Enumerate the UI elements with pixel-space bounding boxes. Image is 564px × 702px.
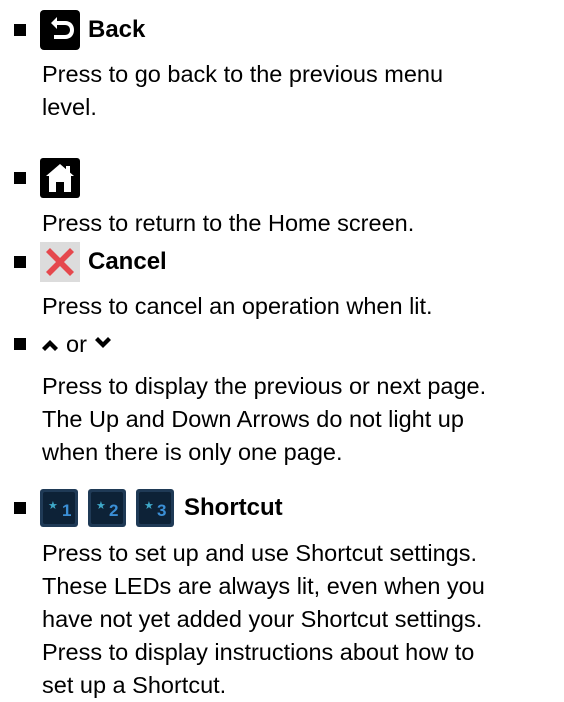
bullet-marker [14, 172, 26, 184]
description-line: Press to go back to the previous menu [42, 61, 444, 87]
back-description: Press to go back to the previous menu le… [42, 58, 557, 124]
home-description: Press to return to the Home screen. [42, 207, 557, 240]
cancel-heading: Cancel [0, 242, 167, 282]
description-line: Press to display instructions about how … [42, 639, 475, 665]
description-line: Press to cancel an operation when lit. [42, 293, 433, 319]
svg-text:★: ★ [48, 499, 58, 512]
shortcut-3-icon: ★ 3 [136, 489, 174, 527]
description-line: The Up and Down Arrows do not light up [42, 406, 464, 432]
description-line: Press to display the previous or next pa… [42, 373, 487, 399]
bullet-marker [14, 502, 26, 514]
home-heading [0, 158, 80, 198]
or-label: or [66, 331, 87, 357]
page-arrows-heading: or [0, 324, 113, 364]
down-arrow-icon [93, 334, 113, 354]
description-line: have not yet added your Shortcut setting… [42, 606, 483, 632]
back-arrow-icon [40, 10, 80, 50]
description-line: Press to set up and use Shortcut setting… [42, 540, 477, 566]
bullet-marker [14, 338, 26, 350]
back-title: Back [88, 16, 146, 43]
description-line: level. [42, 94, 97, 120]
home-icon [40, 158, 80, 198]
shortcut-title: Shortcut [184, 494, 283, 521]
shortcut-number: 1 [62, 501, 71, 520]
bullet-marker [14, 256, 26, 268]
description-line: when there is only one page. [42, 439, 343, 465]
svg-text:★: ★ [144, 499, 154, 512]
shortcut-heading: ★ 1 ★ 2 ★ 3 Shortcut [0, 488, 283, 528]
shortcut-1-icon: ★ 1 [40, 489, 78, 527]
page-arrows-description: Press to display the previous or next pa… [42, 370, 557, 469]
shortcut-number: 3 [157, 501, 166, 520]
shortcut-number: 2 [109, 501, 118, 520]
description-line: These LEDs are always lit, even when you [42, 573, 485, 599]
cancel-x-icon [40, 242, 80, 282]
bullet-marker [14, 24, 26, 36]
description-line: set up a Shortcut. [42, 672, 227, 698]
shortcut-2-icon: ★ 2 [88, 489, 126, 527]
shortcut-description: Press to set up and use Shortcut setting… [42, 537, 557, 702]
up-arrow-icon [40, 334, 60, 354]
cancel-title: Cancel [88, 248, 167, 275]
svg-text:★: ★ [96, 499, 106, 512]
description-line: Press to return to the Home screen. [42, 210, 415, 236]
back-heading: Back [0, 10, 145, 50]
cancel-description: Press to cancel an operation when lit. [42, 290, 557, 323]
